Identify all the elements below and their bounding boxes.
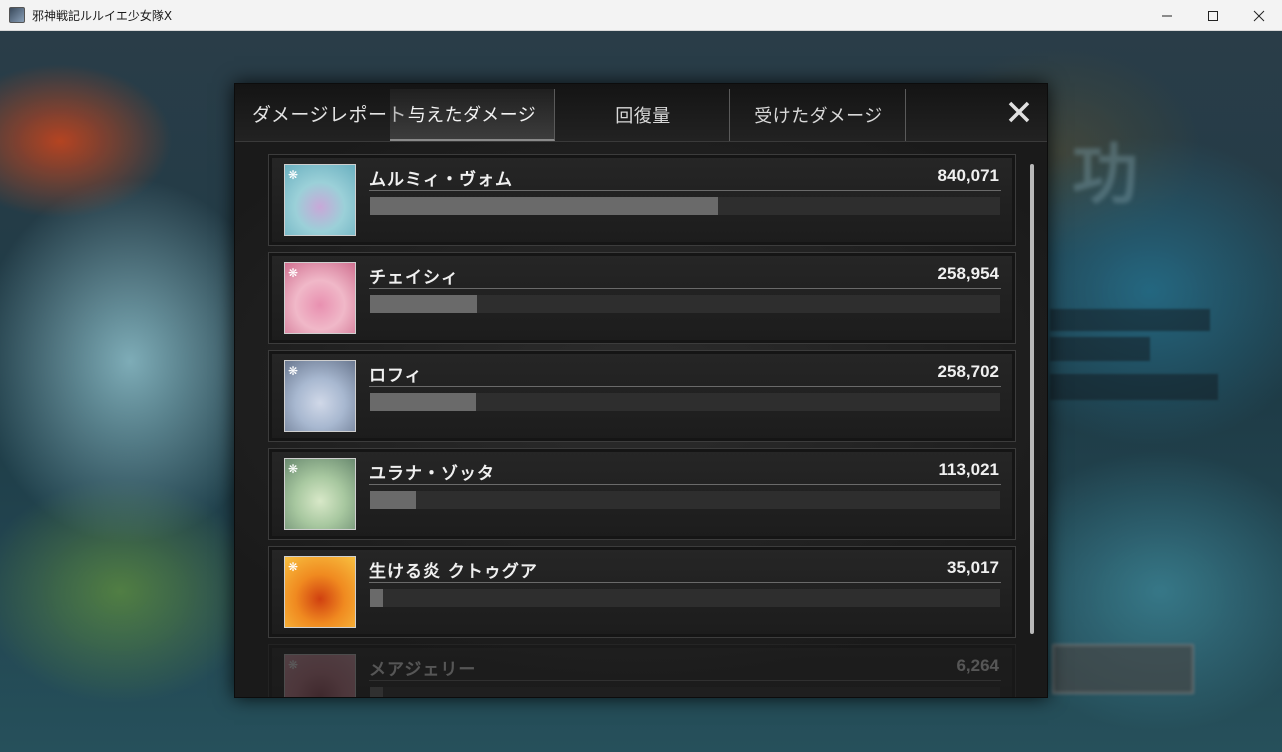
minimize-button[interactable]	[1144, 0, 1190, 31]
rarity-icon: ❋	[288, 462, 299, 476]
list-item: ❋ ムルミィ・ヴォム 840,071	[268, 154, 1016, 246]
tab-label: 与えたダメージ	[407, 105, 537, 126]
damage-report-dialog: ダメージレポート 与えたダメージ 回復量 受けたダメージ ❋ ムルミィ・ヴォム …	[234, 83, 1048, 698]
damage-bar	[370, 197, 1000, 215]
rarity-icon: ❋	[288, 560, 299, 574]
damage-bar-fill	[370, 491, 416, 509]
report-title: ダメージレポート	[252, 104, 408, 126]
divider	[369, 582, 1001, 583]
scrollbar[interactable]	[1030, 164, 1034, 634]
rarity-icon: ❋	[288, 266, 299, 280]
close-icon	[1008, 101, 1030, 123]
close-window-button[interactable]	[1236, 0, 1282, 31]
minimize-icon	[1162, 15, 1172, 16]
background-decoration: 功	[1072, 135, 1138, 213]
damage-bar-fill	[370, 295, 478, 313]
close-dialog-button[interactable]	[1005, 98, 1033, 126]
damage-value: 258,954	[937, 264, 999, 283]
character-portrait: ❋	[284, 360, 356, 432]
damage-bar-fill	[370, 393, 476, 411]
character-portrait: ❋	[284, 262, 356, 334]
character-portrait: ❋	[284, 654, 356, 697]
background-panel	[1050, 309, 1210, 331]
damage-value: 840,071	[937, 166, 999, 185]
tab-damage-dealt[interactable]: 与えたダメージ	[390, 89, 555, 141]
window-titlebar: 邪神戦記ルルイエ少女隊X	[0, 0, 1282, 31]
character-portrait: ❋	[284, 164, 356, 236]
rarity-icon: ❋	[288, 658, 299, 672]
divider	[369, 484, 1001, 485]
list-item: ❋ チェイシィ 258,954	[268, 252, 1016, 344]
tab-damage-taken[interactable]: 受けたダメージ	[732, 89, 906, 141]
window-title: 邪神戦記ルルイエ少女隊X	[32, 8, 173, 23]
list-item: ❋ ユラナ・ゾッタ 113,021	[268, 448, 1016, 540]
damage-value: 258,702	[937, 362, 999, 381]
damage-value: 35,017	[947, 558, 999, 577]
window-controls	[1144, 0, 1282, 31]
list-item: ❋ 生ける炎 クトゥグア 35,017	[268, 546, 1016, 638]
character-name: メアジェリー	[369, 660, 477, 680]
character-portrait: ❋	[284, 458, 356, 530]
tab-healing[interactable]: 回復量	[557, 89, 730, 141]
dialog-header: ダメージレポート 与えたダメージ 回復量 受けたダメージ	[235, 84, 1047, 142]
app-icon	[9, 7, 25, 23]
background-panel	[1050, 374, 1218, 400]
list-item: ❋ ロフィ 258,702	[268, 350, 1016, 442]
damage-bar-fill	[370, 687, 383, 697]
maximize-button[interactable]	[1190, 0, 1236, 31]
damage-list[interactable]: ❋ ムルミィ・ヴォム 840,071 ❋ チェイシィ 258,954 ❋ ロフィ…	[268, 154, 1018, 697]
background-button	[1052, 644, 1194, 694]
damage-bar	[370, 589, 1000, 607]
damage-value: 6,264	[956, 656, 999, 675]
close-icon	[1253, 10, 1265, 21]
character-name: チェイシィ	[369, 268, 459, 288]
rarity-icon: ❋	[288, 364, 299, 378]
divider	[369, 190, 1001, 191]
character-name: ムルミィ・ヴォム	[369, 170, 513, 190]
character-name: 生ける炎 クトゥグア	[369, 562, 538, 582]
damage-bar	[370, 491, 1000, 509]
divider	[369, 680, 1001, 681]
damage-bar-fill	[370, 589, 383, 607]
list-item: ❋ メアジェリー 6,264	[268, 644, 1016, 697]
damage-bar-fill	[370, 197, 719, 215]
character-name: ロフィ	[369, 366, 423, 386]
damage-bar	[370, 687, 1000, 697]
tab-label: 受けたダメージ	[754, 106, 883, 127]
damage-bar	[370, 295, 1000, 313]
rarity-icon: ❋	[288, 168, 299, 182]
character-name: ユラナ・ゾッタ	[369, 464, 495, 484]
tab-label: 回復量	[615, 106, 671, 127]
divider	[369, 288, 1001, 289]
divider	[369, 386, 1001, 387]
damage-value: 113,021	[938, 460, 999, 479]
character-portrait: ❋	[284, 556, 356, 628]
maximize-icon	[1208, 10, 1218, 21]
background-panel	[1050, 337, 1150, 361]
damage-bar	[370, 393, 1000, 411]
